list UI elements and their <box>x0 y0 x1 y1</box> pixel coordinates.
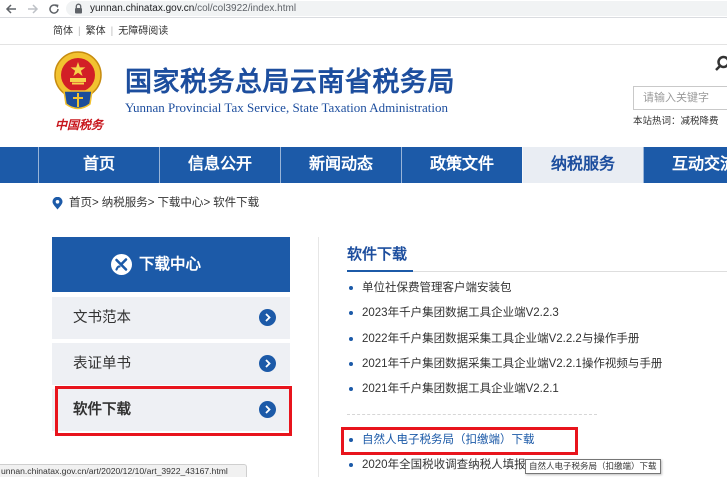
chevron-right-circle-icon <box>259 309 276 326</box>
main-nav: 首页 信息公开 新闻动态 政策文件 纳税服务 互动交流 <box>0 147 727 183</box>
hot-words-label: 本站热词： <box>633 116 681 127</box>
hot-words: 本站热词：减税降费 <box>633 116 719 128</box>
top-utility-strip: 简体 | 繁体 | 无障碍阅读 <box>0 18 727 45</box>
site-subtitle: Yunnan Provincial Tax Service, State Tax… <box>125 100 449 115</box>
download-link[interactable]: 2021年千户集团数据工具企业端V2.2.1 <box>362 381 559 397</box>
bullet-dot-icon <box>349 362 353 366</box>
breadcrumb-separator: > <box>92 197 99 209</box>
location-pin-icon <box>52 197 63 210</box>
emblem-calligraphy: 中国税务 <box>55 118 104 132</box>
lock-icon <box>75 3 82 14</box>
annotation-box-sidebar <box>55 386 292 436</box>
content-title: 软件下载 <box>347 246 408 263</box>
url-text[interactable]: yunnan.chinatax.gov.cn/col/col3922/index… <box>90 1 296 16</box>
nav-item-info-disclosure[interactable]: 信息公开 <box>159 147 280 183</box>
simplified-chinese-link[interactable]: 简体 <box>53 26 73 37</box>
chevron-right-circle-icon <box>259 355 276 372</box>
download-link[interactable]: 单位社保费管理客户端安装包 <box>362 280 512 296</box>
list-group-separator <box>347 414 597 415</box>
breadcrumb: 首页> 纳税服务> 下载中心> 软件下载 <box>69 196 259 210</box>
link-tooltip: 自然人电子税务局（扣缴端）下载 <box>525 459 661 474</box>
url-path: /col/col3922/index.html <box>194 3 297 14</box>
download-list-item[interactable]: 单位社保费管理客户端安装包 <box>347 280 727 296</box>
download-list-item[interactable]: 2021年千户集团数据工具企业端V2.2.1 <box>347 381 727 397</box>
search-input[interactable] <box>633 86 727 110</box>
bullet-dot-icon <box>349 286 353 290</box>
bullet-dot-icon <box>349 311 353 315</box>
browser-status-bar: unnan.chinatax.gov.cn/art/2020/12/10/art… <box>0 464 247 477</box>
breadcrumb-separator: > <box>203 197 211 209</box>
reload-icon[interactable] <box>48 3 60 15</box>
nav-item-policy[interactable]: 政策文件 <box>401 147 522 183</box>
browser-toolbar: yunnan.chinatax.gov.cn/col/col3922/index… <box>0 0 727 18</box>
sidebar-item-label: 文书范本 <box>73 310 131 326</box>
language-links: 简体 | 繁体 | 无障碍阅读 <box>53 18 168 45</box>
forward-arrow-icon[interactable] <box>27 3 39 15</box>
sidebar-title: 下载中心 <box>139 256 202 273</box>
url-host: yunnan.chinatax.gov.cn <box>90 3 195 14</box>
accessibility-link[interactable]: 无障碍阅读 <box>118 26 168 37</box>
traditional-chinese-link[interactable]: 繁体 <box>86 26 106 37</box>
download-link[interactable]: 2022年千户集团数据采集工具企业端V2.2.2与操作手册 <box>362 331 639 347</box>
download-center-icon <box>111 254 132 275</box>
site-title[interactable]: 国家税务总局云南省税务局 <box>125 64 455 100</box>
back-arrow-icon[interactable] <box>5 3 17 15</box>
breadcrumb-separator: > <box>147 197 155 209</box>
breadcrumb-download-center[interactable]: 下载中心 <box>157 197 203 209</box>
annotation-box-content <box>341 427 578 455</box>
download-list-item[interactable]: 2023年千户集团数据工具企业端V2.2.3 <box>347 305 727 321</box>
nav-item-news[interactable]: 新闻动态 <box>280 147 401 183</box>
title-underline-blue <box>347 270 413 272</box>
bullet-dot-icon <box>349 387 353 391</box>
nav-item-interaction[interactable]: 互动交流 <box>643 147 727 183</box>
breadcrumb-tax-service[interactable]: 纳税服务 <box>102 197 148 209</box>
link-separator: | <box>78 26 81 37</box>
nav-item-home[interactable]: 首页 <box>38 147 159 183</box>
download-link[interactable]: 2020年全国税收调查纳税人填报 <box>362 457 526 473</box>
search-icon[interactable] <box>714 55 727 71</box>
sidebar-item-document-templates[interactable]: 文书范本 <box>52 297 290 339</box>
download-link[interactable]: 2023年千户集团数据工具企业端V2.2.3 <box>362 305 559 321</box>
nav-item-tax-service[interactable]: 纳税服务 <box>522 147 643 183</box>
link-separator: | <box>110 26 114 37</box>
bullet-dot-icon <box>349 463 353 467</box>
breadcrumb-home[interactable]: 首页 <box>69 197 92 209</box>
download-list-item[interactable]: 2021年千户集团数据采集工具企业端V2.2.1操作视频与手册 <box>347 356 727 372</box>
sidebar-header: 下载中心 <box>52 237 290 292</box>
sidebar-item-label: 表证单书 <box>73 356 131 372</box>
breadcrumb-software-download[interactable]: 软件下载 <box>213 197 259 209</box>
address-bar[interactable]: yunnan.chinatax.gov.cn/col/col3922/index… <box>66 1 727 16</box>
sidebar-item-forms[interactable]: 表证单书 <box>52 343 290 385</box>
download-list-item[interactable]: 2022年千户集团数据采集工具企业端V2.2.2与操作手册 <box>347 331 727 347</box>
hot-word-link[interactable]: 减税降费 <box>681 116 719 127</box>
content-divider <box>318 237 319 477</box>
bullet-dot-icon <box>349 337 353 341</box>
download-link[interactable]: 2021年千户集团数据采集工具企业端V2.2.1操作视频与手册 <box>362 356 662 372</box>
tax-emblem-icon[interactable] <box>53 51 103 113</box>
